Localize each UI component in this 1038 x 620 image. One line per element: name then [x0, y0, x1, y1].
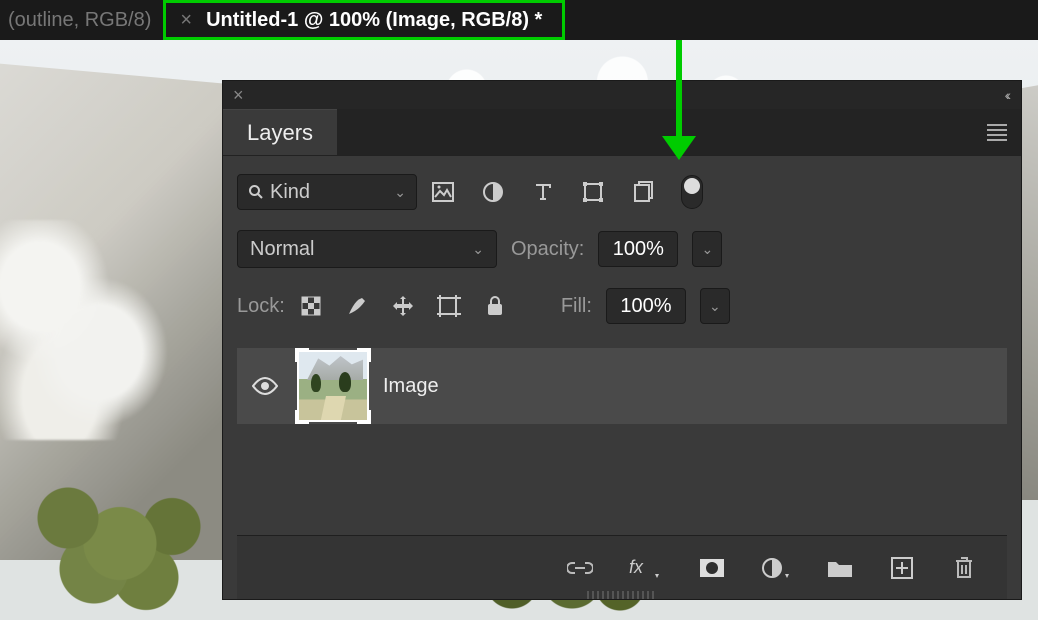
opacity-dropdown[interactable]: ⌄: [692, 231, 722, 267]
layer-row[interactable]: Image: [237, 348, 1007, 424]
opacity-label: Opacity:: [511, 238, 584, 261]
lock-image-icon[interactable]: [345, 294, 369, 318]
lock-artboard-icon[interactable]: [437, 294, 461, 318]
filter-type-icons: [431, 175, 703, 209]
blend-mode-select[interactable]: Normal ⌄: [237, 230, 497, 268]
panel-body: Kind ⌄: [223, 155, 1021, 599]
layer-name[interactable]: Image: [383, 375, 439, 398]
lock-transparency-icon[interactable]: [299, 294, 323, 318]
pixel-layer-filter-icon[interactable]: [431, 180, 455, 204]
panel-titlebar[interactable]: × ‹‹: [223, 81, 1021, 109]
active-tab-title: Untitled-1 @ 100% (Image, RGB/8) *: [206, 9, 542, 32]
adjustment-layer-filter-icon[interactable]: [481, 180, 505, 204]
thumbnail-image: [299, 352, 367, 420]
foliage-left: [0, 450, 250, 620]
annotation-arrow-head: [662, 136, 696, 160]
fill-value: 100%: [620, 295, 671, 318]
chevron-down-icon: ⌄: [709, 298, 721, 315]
blend-mode-value: Normal: [250, 238, 314, 261]
layer-effects-icon[interactable]: fx: [629, 555, 663, 581]
adjustment-layer-icon[interactable]: [761, 555, 791, 581]
smart-object-filter-icon[interactable]: [631, 180, 655, 204]
panel-collapse-icon[interactable]: ‹‹: [1008, 87, 1011, 103]
panel-close-icon[interactable]: ×: [233, 85, 244, 106]
eye-icon: [252, 377, 278, 395]
new-layer-icon[interactable]: [889, 555, 915, 581]
active-document-tab[interactable]: × Untitled-1 @ 100% (Image, RGB/8) *: [163, 0, 565, 40]
group-layers-icon[interactable]: [827, 555, 853, 581]
opacity-input[interactable]: 100%: [598, 231, 678, 267]
layers-panel: × ‹‹ Layers Kind ⌄: [222, 80, 1022, 600]
search-icon: [248, 184, 264, 200]
lock-position-icon[interactable]: [391, 294, 415, 318]
blend-opacity-row: Normal ⌄ Opacity: 100% ⌄: [237, 230, 1007, 268]
layers-tab[interactable]: Layers: [223, 109, 337, 155]
chevron-down-icon: ⌄: [701, 241, 713, 258]
panel-resize-handle[interactable]: [587, 591, 657, 599]
lock-options: [299, 294, 507, 318]
toggle-knob: [684, 178, 700, 194]
background-tab[interactable]: (outline, RGB/8): [0, 9, 151, 32]
kind-filter-select[interactable]: Kind ⌄: [237, 174, 417, 210]
lock-all-icon[interactable]: [483, 294, 507, 318]
filter-row: Kind ⌄: [237, 174, 1007, 210]
delete-layer-icon[interactable]: [951, 555, 977, 581]
type-layer-filter-icon[interactable]: [531, 180, 555, 204]
document-tab-bar: (outline, RGB/8) × Untitled-1 @ 100% (Im…: [0, 0, 1038, 40]
visibility-toggle[interactable]: [237, 377, 293, 395]
link-layers-icon[interactable]: [567, 555, 593, 581]
kind-label: Kind: [270, 181, 310, 204]
fill-input[interactable]: 100%: [606, 288, 686, 324]
svg-text:fx: fx: [629, 557, 644, 577]
panel-tabs-row: Layers: [223, 109, 1021, 155]
chevron-down-icon: ⌄: [394, 184, 406, 201]
fill-label: Fill:: [561, 295, 592, 318]
lock-label: Lock:: [237, 295, 285, 318]
annotation-arrow-stem: [676, 40, 682, 140]
fill-dropdown[interactable]: ⌄: [700, 288, 730, 324]
close-tab-icon[interactable]: ×: [180, 10, 192, 30]
panel-menu-icon[interactable]: [987, 124, 1007, 141]
opacity-value: 100%: [613, 238, 664, 261]
filter-toggle[interactable]: [681, 175, 703, 209]
background-tab-label: (outline, RGB/8): [8, 9, 151, 31]
layer-thumbnail[interactable]: [297, 350, 369, 422]
snow-left: [0, 220, 180, 440]
shape-layer-filter-icon[interactable]: [581, 180, 605, 204]
chevron-down-icon: ⌄: [472, 241, 484, 258]
layers-footer: fx: [237, 535, 1007, 599]
lock-fill-row: Lock: Fill: 100%: [237, 288, 1007, 324]
layer-mask-icon[interactable]: [699, 555, 725, 581]
layers-tab-label: Layers: [247, 120, 313, 146]
